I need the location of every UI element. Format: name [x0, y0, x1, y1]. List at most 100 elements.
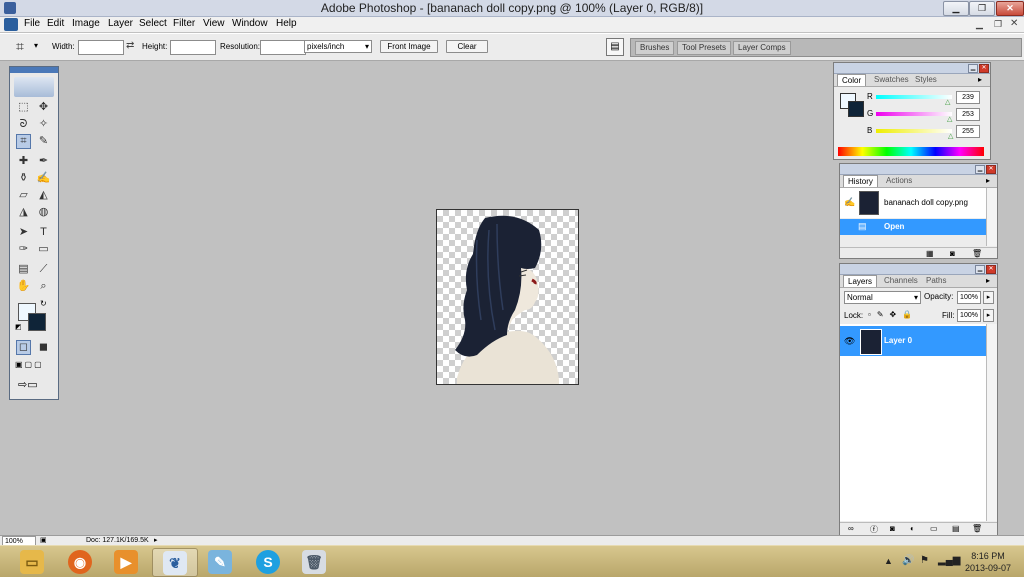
magic-wand-icon[interactable]: ✧: [36, 117, 51, 132]
status-info-icon[interactable]: ▣: [40, 536, 47, 544]
doc-minimize-icon[interactable]: ▁: [976, 19, 983, 30]
eyedropper-icon[interactable]: ⟋: [36, 262, 51, 277]
front-image-button[interactable]: Front Image: [380, 40, 438, 53]
eye-visibility-icon[interactable]: 👁: [844, 336, 855, 347]
pen-tool-icon[interactable]: ✑: [16, 242, 31, 257]
flag-icon[interactable]: ⚑: [920, 555, 929, 566]
screen-mode-icons[interactable]: ▣▢▢: [15, 360, 53, 372]
blend-mode-select[interactable]: Normal ▾: [844, 291, 921, 304]
type-tool-icon[interactable]: T: [36, 225, 51, 240]
tab-swatches[interactable]: Swatches: [870, 74, 913, 85]
standard-mode-icon[interactable]: ◻: [16, 340, 31, 355]
fill-input[interactable]: 100%: [957, 309, 981, 322]
g-slider-track[interactable]: [876, 112, 952, 116]
layers-scrollbar[interactable]: [986, 324, 997, 521]
color-panel-background-swatch[interactable]: [848, 101, 864, 117]
history-snapshot-row[interactable]: ✍ bananach doll copy.png: [840, 188, 986, 218]
taskbar-media-player[interactable]: ▶: [104, 548, 148, 575]
adjustment-layer-icon[interactable]: ◐: [910, 524, 915, 533]
panel-minimize-icon[interactable]: ▁: [975, 265, 985, 274]
well-tab-tool-presets[interactable]: Tool Presets: [677, 41, 732, 55]
tab-color[interactable]: Color: [837, 74, 867, 86]
dodge-tool-icon[interactable]: ◍: [36, 205, 51, 220]
document-canvas[interactable]: [436, 209, 579, 385]
lasso-tool-icon[interactable]: ᘐ: [16, 117, 31, 132]
resolution-input[interactable]: [260, 40, 306, 55]
height-input[interactable]: [170, 40, 216, 55]
quick-mask-icon[interactable]: ◼: [36, 340, 51, 355]
menu-window[interactable]: Window: [232, 18, 268, 29]
taskbar-skype[interactable]: S: [246, 548, 290, 575]
tab-channels[interactable]: Channels: [880, 275, 922, 286]
paint-bucket-icon[interactable]: ◭: [36, 188, 51, 203]
menu-image[interactable]: Image: [72, 18, 100, 29]
panel-menu-icon[interactable]: ▸: [978, 75, 982, 84]
b-slider-thumb[interactable]: △: [948, 132, 953, 140]
g-slider-thumb[interactable]: △: [947, 115, 952, 123]
taskbar-recycle-bin[interactable]: 🗑: [292, 548, 336, 575]
swap-dimensions-icon[interactable]: ⇄: [126, 40, 134, 51]
taskbar-paint[interactable]: ✎: [198, 548, 242, 575]
opacity-input[interactable]: 100%: [957, 291, 981, 304]
history-brush-icon[interactable]: ✍: [36, 171, 51, 186]
status-menu-icon[interactable]: ▸: [154, 536, 158, 544]
tab-history[interactable]: History: [843, 175, 878, 187]
panel-close-icon[interactable]: ✕: [979, 64, 989, 73]
background-color-swatch[interactable]: [28, 313, 46, 331]
menu-file[interactable]: File: [24, 18, 40, 29]
slice-tool-icon[interactable]: ✎: [36, 134, 51, 149]
lock-icons[interactable]: ▫✎✥🔒: [868, 310, 918, 319]
menu-help[interactable]: Help: [276, 18, 297, 29]
restore-button[interactable]: ❐: [969, 1, 995, 16]
history-state-row[interactable]: ▤ Open: [840, 219, 986, 235]
marquee-tool-icon[interactable]: ⬚: [16, 100, 31, 115]
tray-chevron-up-icon[interactable]: ▲: [884, 556, 893, 566]
r-slider-thumb[interactable]: △: [945, 98, 950, 106]
fill-arrow-icon[interactable]: ▸: [983, 309, 994, 322]
new-layer-icon[interactable]: ▤: [952, 524, 960, 533]
tool-preset-chevron-icon[interactable]: ▾: [34, 41, 38, 50]
taskbar-photoshop[interactable]: ❦: [152, 548, 198, 577]
taskbar-firefox[interactable]: ◉: [58, 548, 102, 575]
clone-stamp-icon[interactable]: ⚱: [16, 171, 31, 186]
new-snapshot-icon[interactable]: ◙: [950, 249, 955, 258]
new-group-icon[interactable]: ▭: [930, 524, 938, 533]
tab-paths[interactable]: Paths: [922, 275, 950, 286]
eraser-tool-icon[interactable]: ▱: [16, 188, 31, 203]
r-slider-track[interactable]: [876, 95, 952, 99]
link-layers-icon[interactable]: ∞: [848, 524, 854, 533]
layer-row[interactable]: 👁 Layer 0: [840, 326, 986, 356]
delete-layer-icon[interactable]: 🗑: [972, 524, 982, 533]
well-tab-layer-comps[interactable]: Layer Comps: [733, 41, 791, 55]
file-browser-icon[interactable]: ▤: [606, 38, 624, 56]
volume-icon[interactable]: 🔊: [902, 555, 914, 566]
color-ramp[interactable]: [838, 147, 984, 156]
notes-tool-icon[interactable]: ▤: [16, 262, 31, 277]
trash-icon[interactable]: 🗑: [972, 249, 982, 258]
hand-tool-icon[interactable]: ✋: [16, 279, 31, 294]
opacity-arrow-icon[interactable]: ▸: [983, 291, 994, 304]
menu-filter[interactable]: Filter: [173, 18, 195, 29]
crop-tool-icon[interactable]: ⌗: [16, 38, 24, 55]
history-brush-source-icon[interactable]: ✍: [844, 197, 855, 208]
crop-tool-icon[interactable]: ⌗: [16, 134, 31, 149]
panel-close-icon[interactable]: ✕: [986, 165, 996, 174]
menu-layer[interactable]: Layer: [108, 18, 133, 29]
path-selection-icon[interactable]: ➤: [16, 225, 31, 240]
shape-tool-icon[interactable]: ▭: [36, 242, 51, 257]
menu-select[interactable]: Select: [139, 18, 167, 29]
clock-date[interactable]: 2013-09-07: [960, 563, 1016, 573]
healing-brush-icon[interactable]: ✚: [16, 154, 31, 169]
tab-layers[interactable]: Layers: [843, 275, 878, 287]
panel-minimize-icon[interactable]: ▁: [968, 64, 978, 73]
panel-menu-icon[interactable]: ▸: [986, 176, 990, 185]
blur-tool-icon[interactable]: ◮: [16, 205, 31, 220]
well-tab-brushes[interactable]: Brushes: [635, 41, 675, 55]
swap-colors-icon[interactable]: ↻: [40, 299, 47, 308]
network-signal-icon[interactable]: ▂▄▆: [938, 555, 960, 566]
taskbar-file-explorer[interactable]: ▭: [10, 548, 54, 575]
resolution-units-select[interactable]: pixels/inch ▾: [304, 40, 372, 53]
clear-button[interactable]: Clear: [446, 40, 488, 53]
minimize-button[interactable]: ▁: [943, 1, 969, 16]
b-value-input[interactable]: 255: [956, 125, 980, 138]
